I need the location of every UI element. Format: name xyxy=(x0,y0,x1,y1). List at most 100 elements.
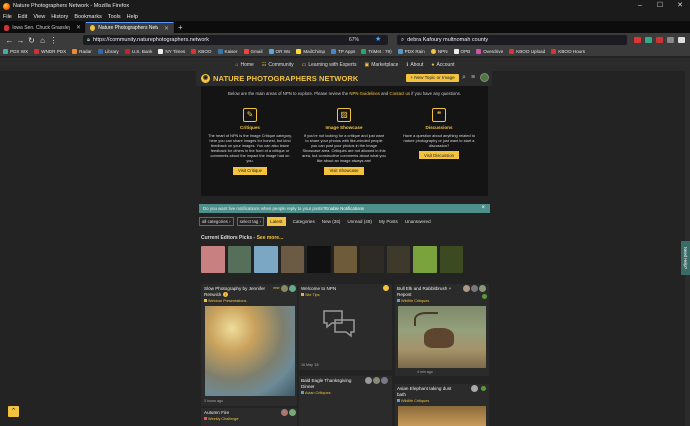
topic-category[interactable]: Site Tips xyxy=(301,293,320,297)
visit-showcase-button[interactable]: Visit Showcase xyxy=(324,166,364,175)
nav-community[interactable]: ☷ Community xyxy=(262,62,294,68)
topic-category[interactable]: Wildlife Critiques xyxy=(397,399,429,403)
topic-card[interactable]: Asian Elephant taking dust bath Wildlife… xyxy=(395,384,489,426)
bookmark-item[interactable]: Overdrive xyxy=(476,49,503,54)
bookmark-item[interactable]: TP Apps xyxy=(331,49,355,54)
bookmark-item[interactable]: KBOO xyxy=(191,49,212,54)
bookmark-item[interactable]: Kaiser xyxy=(217,49,238,54)
menu-history[interactable]: History xyxy=(51,14,68,20)
poster-avatar[interactable] xyxy=(479,285,486,292)
poster-avatar[interactable] xyxy=(381,377,388,384)
editors-pick-thumbnail[interactable] xyxy=(333,246,357,273)
guidelines-link[interactable]: NPN Guidelines xyxy=(349,91,380,96)
tab-latest[interactable]: Latest xyxy=(267,216,286,226)
topic-title[interactable]: Autumn Fire xyxy=(204,410,229,416)
bookmark-item[interactable]: Gmail xyxy=(243,49,263,54)
editors-pick-thumbnail[interactable] xyxy=(201,246,225,273)
topic-category[interactable]: Wildlife Critiques xyxy=(397,299,429,303)
reload-icon[interactable]: ↻ xyxy=(26,36,37,45)
bookmark-item[interactable]: MailChimp xyxy=(296,49,325,54)
topic-category[interactable]: Weekly Challenge xyxy=(204,417,239,421)
menu-icon[interactable] xyxy=(678,37,685,43)
bookmark-item[interactable]: U.S. Bank xyxy=(124,49,152,54)
poster-avatar[interactable] xyxy=(471,385,478,392)
topic-title[interactable]: Bull Elk and Rabbitbrush + Repost xyxy=(397,286,457,298)
site-brand[interactable]: NATURE PHOTOGRAPHERS NETWORK xyxy=(213,74,358,83)
zoom-level[interactable]: 67% xyxy=(349,35,359,45)
topic-card[interactable]: Bald Eagle Thanksgiving Dinner Avian Cri… xyxy=(299,376,392,426)
visit-discussion-button[interactable]: Visit Discussion xyxy=(418,151,459,160)
maximize-icon[interactable]: ☐ xyxy=(650,0,670,12)
editors-pick-thumbnail[interactable] xyxy=(280,246,304,273)
tab-new[interactable]: New (36) xyxy=(322,217,341,226)
topic-card[interactable]: Bull Elk and Rabbitbrush + Repost Wildli… xyxy=(395,284,489,376)
tab-iowa[interactable]: Iowa Sen. Chuck Grassley, 87, ... ✕ xyxy=(0,22,86,33)
topic-category[interactable]: Webinar Presentations xyxy=(204,299,246,303)
topic-title[interactable]: Bald Eagle Thanksgiving Dinner xyxy=(301,378,361,390)
editors-pick-thumbnail[interactable] xyxy=(307,246,331,273)
poster-avatar[interactable] xyxy=(281,285,288,292)
topic-title[interactable]: Slow Photography by Jennifer Renwick ! xyxy=(204,286,272,298)
bookmark-item[interactable]: OR Wx xyxy=(268,49,290,54)
bookmark-item[interactable]: PDX WX xyxy=(3,49,28,54)
bookmark-item[interactable]: Radar xyxy=(72,49,92,54)
bookmark-star-icon[interactable]: ★ xyxy=(375,35,381,45)
editors-pick-thumbnail[interactable] xyxy=(227,246,251,273)
extension-icon[interactable] xyxy=(667,37,674,43)
editors-pick-thumbnail[interactable] xyxy=(360,246,384,273)
npn-logo-icon[interactable]: ◉ xyxy=(201,74,210,83)
close-tab-icon[interactable]: ✕ xyxy=(164,25,169,32)
menu-help[interactable]: Help xyxy=(127,14,138,20)
search-input[interactable]: ⌕ debra Kafoury multnomah county xyxy=(397,35,627,45)
poster-avatar[interactable] xyxy=(365,377,372,384)
topic-card[interactable]: Welcome to NPN Site Tips 16 May '18 xyxy=(299,284,392,370)
nav-marketplace[interactable]: ▣ Marketplace xyxy=(364,62,398,68)
see-more-link[interactable]: See more... xyxy=(257,235,284,241)
tags-dropdown[interactable]: select tag › xyxy=(236,216,265,226)
editors-pick-thumbnail[interactable] xyxy=(254,246,278,273)
tab-categories[interactable]: Categories xyxy=(293,217,315,226)
topic-image[interactable] xyxy=(398,306,486,368)
home-icon[interactable]: ⌂ xyxy=(37,36,48,45)
enable-notifications-link[interactable]: Enable Notifications xyxy=(325,206,364,211)
topic-card[interactable]: Autumn Fire Weekly Challenge xyxy=(201,408,297,426)
extension-icon[interactable] xyxy=(634,37,641,43)
tab-unanswered[interactable]: Unanswered xyxy=(405,217,431,226)
tab-npn[interactable]: Nature Photographers Network ✕ xyxy=(86,22,174,33)
bookmark-item[interactable]: NY Times xyxy=(158,49,185,54)
bookmark-item[interactable]: NPN xyxy=(430,49,448,54)
hamburger-menu-icon[interactable]: ≡ xyxy=(471,74,475,81)
bookmark-item[interactable]: TriMet : 79) xyxy=(361,49,392,54)
close-tab-icon[interactable]: ✕ xyxy=(76,24,81,31)
poster-avatar[interactable] xyxy=(289,409,296,416)
topic-category[interactable]: Avian Critiques xyxy=(301,391,330,395)
bookmark-item[interactable]: OPB xyxy=(453,49,470,54)
extension-icon[interactable] xyxy=(656,37,663,43)
visit-critique-button[interactable]: Visit Critique xyxy=(232,166,268,175)
menu-edit[interactable]: Edit xyxy=(18,14,27,20)
poster-avatar[interactable] xyxy=(373,377,380,384)
menu-view[interactable]: View xyxy=(33,14,45,20)
tab-my-posts[interactable]: My Posts xyxy=(379,217,398,226)
need-help-tab[interactable]: Need Help? xyxy=(681,241,690,275)
nav-about[interactable]: ℹ About xyxy=(406,62,423,68)
editors-pick-thumbnail[interactable] xyxy=(386,246,410,273)
bookmark-item[interactable]: WNDR PDX xyxy=(34,49,66,54)
topic-image[interactable] xyxy=(398,406,486,426)
menu-tools[interactable]: Tools xyxy=(108,14,121,20)
new-tab-button[interactable]: + xyxy=(174,22,187,33)
bookmark-item[interactable]: Library xyxy=(97,49,119,54)
bookmark-item[interactable]: KBOO Upload xyxy=(509,49,545,54)
categories-dropdown[interactable]: all categories › xyxy=(199,216,234,226)
new-topic-button[interactable]: + New Topic or Image xyxy=(406,74,459,82)
menu-bookmarks[interactable]: Bookmarks xyxy=(74,14,102,20)
nav-learning[interactable]: ▭ Learning with Experts xyxy=(302,62,357,68)
poster-avatar[interactable] xyxy=(463,285,470,292)
forward-icon[interactable]: → xyxy=(15,36,26,45)
bookmark-item[interactable]: KBOO Hours xyxy=(551,49,585,54)
extension-icon[interactable] xyxy=(645,37,652,43)
tab-unread[interactable]: Unread (49) xyxy=(347,217,372,226)
search-icon[interactable]: ⌕ xyxy=(462,74,466,82)
minimize-icon[interactable]: – xyxy=(630,0,650,12)
editors-pick-thumbnail[interactable] xyxy=(439,246,463,273)
